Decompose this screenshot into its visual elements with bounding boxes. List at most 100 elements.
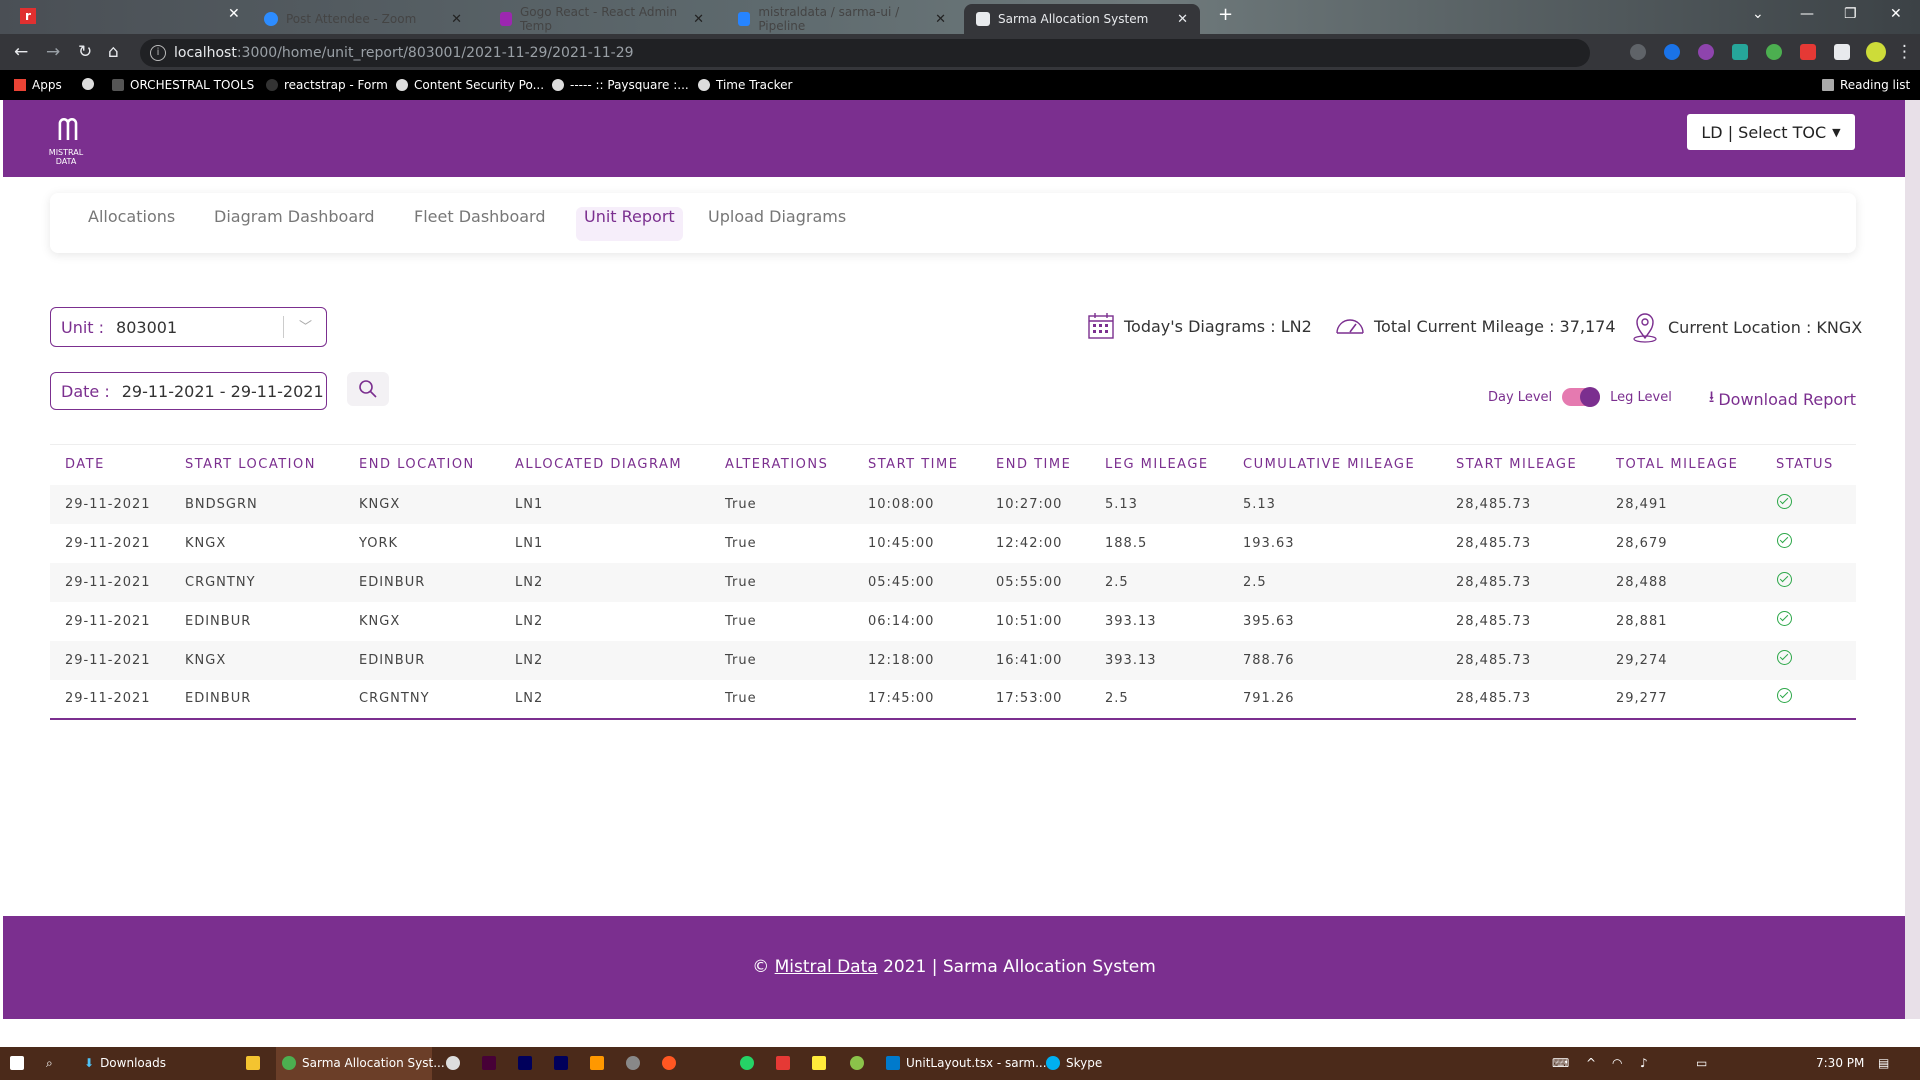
bookmark-csp[interactable]: Content Security Po... [396,78,544,92]
keyboard-icon[interactable]: ⌨ [1552,1056,1569,1070]
bookmark-time-tracker[interactable]: Time Tracker [698,78,792,92]
file-explorer-icon[interactable] [246,1056,260,1070]
level-toggle-switch[interactable] [1562,387,1601,407]
extension-purple-icon[interactable] [1698,44,1714,60]
bookmark-reactstrap[interactable]: reactstrap - Form [266,78,388,92]
close-icon[interactable]: ✕ [935,12,946,27]
folder-icon [112,79,124,91]
table-cell: BNDSGRN [185,496,258,512]
nav-allocations[interactable]: Allocations [80,207,183,241]
close-icon[interactable]: ✕ [451,12,462,27]
app-icon[interactable] [446,1056,460,1070]
table-cell: 10:27:00 [996,496,1063,512]
battery-icon[interactable]: ▭ [1696,1056,1707,1070]
vscode-icon [886,1056,900,1070]
app-icon[interactable] [662,1056,676,1070]
menu-icon[interactable]: ⋮ [1896,42,1913,62]
app-icon[interactable] [812,1056,826,1070]
info-icon[interactable]: i [150,45,166,61]
footer-brand-link[interactable]: Mistral Data [775,957,878,977]
taskbar-skype[interactable]: Skype [1046,1056,1102,1070]
tab-pipeline[interactable]: mistraldata / sarma-ui / Pipeline ✕ [726,4,958,34]
stat-todays-diagrams: Today's Diagrams : LN2 [1086,311,1312,341]
table-row: 29-11-2021 KNGX EDINBUR LN2 True 12:18:00 16:4… [50,640,1856,680]
tab-gogo[interactable]: Gogo React - React Admin Temp ✕ [488,4,716,34]
app-icon[interactable] [482,1056,496,1070]
avatar[interactable] [1866,42,1886,62]
table-cell: 06:14:00 [868,613,935,629]
date-range-field[interactable]: Date : 29-11-2021 - 29-11-2021 [50,372,327,410]
nav-unit-report[interactable]: Unit Report [576,207,683,241]
taskbar-vscode[interactable]: UnitLayout.tsx - sarm... [886,1056,1047,1070]
back-icon[interactable]: ← [14,42,28,62]
table-cell: LN1 [515,496,544,512]
camera-icon[interactable] [1630,44,1646,60]
app-icon[interactable] [626,1056,640,1070]
table-cell: True [725,574,757,590]
windows-start-icon[interactable] [10,1056,24,1070]
chevron-down-icon[interactable]: ﹀ [299,316,312,335]
restore-icon[interactable]: ❐ [1844,6,1857,22]
clock-time[interactable]: 7:30 PM [1816,1056,1864,1070]
bookmark-apps[interactable]: Apps [14,78,62,92]
app-icon[interactable] [590,1056,604,1070]
taskbar-label: Skype [1066,1056,1103,1070]
bookmark-paysquare[interactable]: ----- :: Paysquare :... [552,78,689,92]
extension-teal-icon[interactable] [1732,44,1748,60]
app-icon[interactable] [554,1056,568,1070]
browser-tab-strip: r ✕ Post Attendee - Zoom ✕ Gogo React - … [0,0,1920,34]
app-icon[interactable] [740,1056,754,1070]
minimize-icon[interactable]: — [1800,6,1814,22]
taskbar-downloads[interactable]: ⬇ Downloads [84,1056,166,1070]
reading-list-label: Reading list [1840,78,1911,92]
table-cell: 28,881 [1616,613,1668,629]
chevron-up-icon[interactable]: ^ [1586,1056,1596,1070]
select-toc-dropdown[interactable]: LD | Select TOC ▼ [1687,114,1855,150]
bookmark-globe[interactable] [82,78,94,90]
column-header: ALLOCATED DIAGRAM [500,444,710,485]
extension-red-icon[interactable] [1800,44,1816,60]
extension-blue-icon[interactable] [1664,44,1680,60]
brand-logo[interactable]: ᗰ MISTRAL DATA [37,114,95,172]
app-icon[interactable] [518,1056,532,1070]
tab-sarma[interactable]: Sarma Allocation System ✕ [964,4,1200,34]
wifi-icon[interactable]: ◠ [1612,1056,1622,1070]
app-footer: © Mistral Data 2021 | Sarma Allocation S… [3,916,1905,1019]
download-report-button[interactable]: ⭳ Download Report [1709,386,1856,413]
nav-diagram-dashboard[interactable]: Diagram Dashboard [206,207,383,241]
reading-list[interactable]: Reading list [1822,78,1910,92]
extensions-puzzle-icon[interactable] [1834,44,1850,60]
tab-search-icon[interactable]: ⌄ [1752,6,1764,22]
app-icon[interactable] [850,1056,864,1070]
new-tab-icon[interactable]: + [1218,4,1233,25]
search-icon[interactable]: ⌕ [46,1056,53,1071]
volume-icon[interactable]: ♪ [1640,1056,1648,1070]
bookmark-orchestral-tools[interactable]: ORCHESTRAL TOOLS [112,78,254,92]
table-row: 29-11-2021 KNGX YORK LN1 True 10:45:00 12:42:0… [50,524,1856,563]
unit-select[interactable]: Unit : 803001 ﹀ [50,307,327,347]
notifications-icon[interactable]: ▤ [1878,1056,1889,1070]
address-bar[interactable]: i localhost:3000/home/unit_report/803001… [140,39,1590,67]
app-red-square-icon [776,1056,790,1070]
close-icon[interactable]: ✕ [693,12,704,27]
nav-fleet-dashboard[interactable]: Fleet Dashboard [406,207,554,241]
table-cell: EDINBUR [185,691,252,706]
globe-icon [698,79,710,91]
table-cell: 12:18:00 [868,652,935,668]
table-cell: 05:45:00 [868,574,935,590]
nav-upload-diagrams[interactable]: Upload Diagrams [700,207,854,241]
extension-green-icon[interactable] [1766,44,1782,60]
reload-icon[interactable]: ↻ [78,42,92,62]
taskbar-sarma[interactable]: Sarma Allocation Syst... [282,1056,445,1070]
close-icon[interactable]: ✕ [228,6,240,22]
close-window-icon[interactable]: ✕ [1890,6,1902,22]
app-icon[interactable] [776,1056,790,1070]
app-red-icon [662,1056,676,1070]
forward-icon[interactable]: → [46,42,60,62]
tab-zoom[interactable]: Post Attendee - Zoom ✕ [252,4,474,34]
home-icon[interactable]: ⌂ [108,42,119,62]
search-button[interactable] [347,372,389,406]
taskbar-label: Sarma Allocation Syst... [302,1056,445,1070]
close-icon[interactable]: ✕ [1177,12,1188,27]
windows-logo-icon [10,1056,24,1070]
